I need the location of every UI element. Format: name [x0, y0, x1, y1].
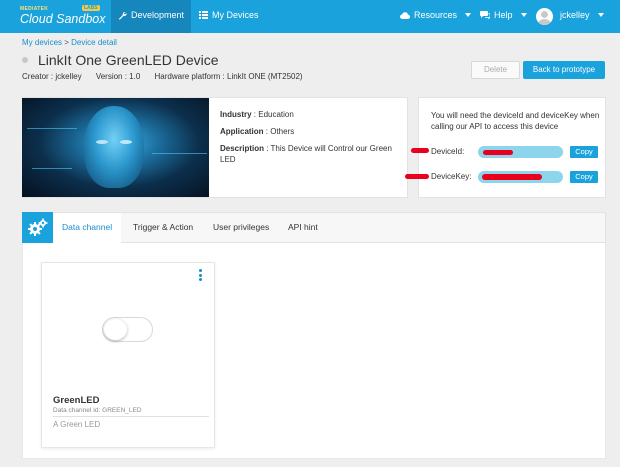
device-id-label: DeviceId:: [431, 147, 465, 156]
tab-data-channel[interactable]: Data channel: [62, 222, 112, 232]
image-streak: [152, 153, 207, 154]
device-creator: Creator : jckelley: [22, 72, 82, 81]
back-to-prototype-button[interactable]: Back to prototype: [523, 61, 605, 79]
device-description: Description : This Device will Control o…: [220, 143, 405, 165]
image-face: [84, 106, 144, 188]
image-eye: [120, 140, 132, 144]
status-dot: [22, 57, 28, 63]
nav-help-label: Help: [494, 10, 513, 20]
device-platform: Hardware platform : LinkIt ONE (MT2502): [154, 72, 303, 81]
device-industry: Industry : Education: [220, 109, 410, 120]
breadcrumb-my-devices[interactable]: My devices: [22, 38, 62, 47]
delete-button[interactable]: Delete: [471, 61, 520, 79]
top-navbar: MEDIATEK LABS Cloud Sandbox Development …: [0, 0, 620, 33]
tab-user-privileges[interactable]: User privileges: [213, 222, 269, 232]
logo[interactable]: MEDIATEK LABS Cloud Sandbox: [20, 5, 110, 28]
redaction-mark: [411, 148, 429, 153]
keys-note: You will need the deviceId and deviceKey…: [431, 111, 600, 131]
channel-name: GreenLED: [53, 395, 100, 406]
tab-api-hint[interactable]: API hint: [288, 222, 318, 232]
tab-trigger-action[interactable]: Trigger & Action: [133, 222, 193, 232]
cloud-icon: [400, 11, 410, 19]
redaction-mark: [483, 150, 513, 155]
chevron-down-icon: [465, 13, 472, 17]
chevron-down-icon: [597, 13, 604, 17]
user-avatar[interactable]: [536, 8, 553, 25]
list-icon: [199, 11, 208, 19]
nav-resources[interactable]: Resources: [400, 10, 472, 20]
logo-product-name: Cloud Sandbox: [20, 12, 106, 26]
switch-knob: [104, 319, 127, 340]
nav-development[interactable]: Development: [118, 10, 184, 20]
copy-device-key-button[interactable]: Copy: [570, 171, 598, 183]
led-switch[interactable]: [102, 317, 153, 342]
device-application: Application : Others: [220, 126, 410, 137]
industry-value: : Education: [251, 110, 294, 119]
divider: [53, 416, 209, 417]
nav-my-devices[interactable]: My Devices: [199, 10, 259, 20]
nav-resources-label: Resources: [414, 10, 458, 20]
copy-device-id-button[interactable]: Copy: [570, 146, 598, 158]
breadcrumb-device-detail[interactable]: Device detail: [71, 38, 117, 47]
device-meta: Creator : jckelley Version : 1.0 Hardwar…: [22, 72, 315, 81]
settings-tile[interactable]: [22, 212, 53, 243]
nav-help[interactable]: Help: [480, 10, 527, 20]
more-options-icon[interactable]: [197, 269, 203, 283]
application-value: : Others: [263, 127, 295, 136]
description-label: Description: [220, 144, 265, 153]
redaction-mark: [482, 174, 542, 180]
industry-label: Industry: [220, 110, 252, 119]
device-image: [22, 98, 209, 197]
nav-my-devices-label: My Devices: [212, 10, 259, 20]
nav-development-label: Development: [131, 10, 185, 20]
breadcrumb: My devices > Device detail: [22, 38, 117, 47]
nav-user-menu[interactable]: jckelley: [560, 10, 604, 20]
channel-id: Data channel Id: GREEN_LED: [53, 407, 142, 414]
gears-icon: [28, 218, 48, 236]
device-key-label: DeviceKey:: [431, 172, 472, 181]
image-streak: [32, 168, 72, 169]
breadcrumb-separator: >: [64, 38, 69, 47]
application-label: Application: [220, 127, 264, 136]
device-version: Version : 1.0: [95, 72, 141, 81]
page-title: LinkIt One GreenLED Device: [38, 52, 219, 68]
image-streak: [27, 128, 77, 129]
nav-username: jckelley: [560, 10, 590, 20]
logo-labs-badge: LABS: [82, 5, 100, 11]
image-eye: [96, 140, 108, 144]
redaction-mark: [405, 174, 429, 179]
chevron-down-icon: [520, 13, 527, 17]
channel-description: A Green LED: [53, 420, 101, 429]
wrench-icon: [118, 11, 127, 20]
chat-icon: [480, 11, 490, 19]
